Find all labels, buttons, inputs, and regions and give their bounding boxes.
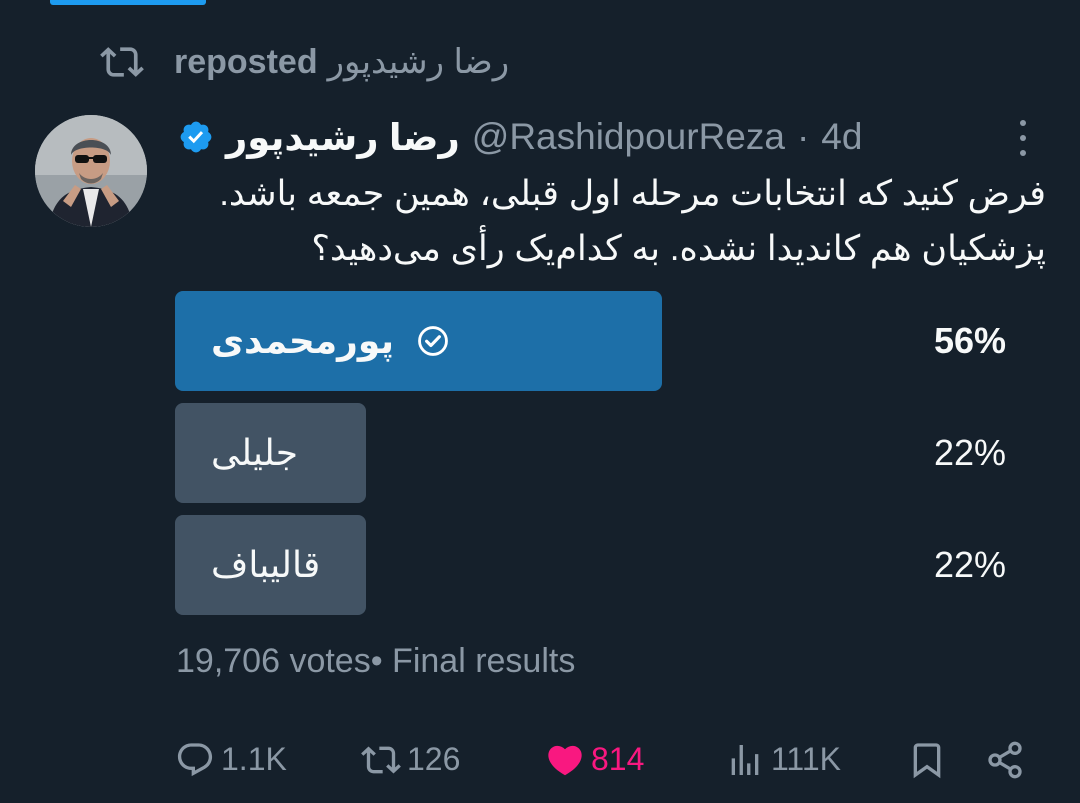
poll-percent: 22% <box>933 432 1006 473</box>
poll-percent: 56% <box>933 320 1006 361</box>
poll-option-1: پورمحمدی 56% <box>175 291 1010 391</box>
repost-button[interactable]: 126 <box>361 732 460 787</box>
poll-option-label: جلیلی <box>211 403 298 503</box>
reply-button[interactable]: 1.1K <box>175 732 287 787</box>
timestamp[interactable]: 4d <box>821 116 862 158</box>
separator-dot: · <box>796 116 810 157</box>
reply-count: 1.1K <box>221 741 287 777</box>
heart-icon <box>548 745 582 775</box>
active-tab-indicator <box>50 0 206 5</box>
user-handle[interactable]: @RashidpourReza <box>472 116 785 158</box>
like-count: 814 <box>591 741 645 777</box>
views-icon <box>731 744 759 775</box>
poll-option-text: پورمحمدی <box>211 320 394 361</box>
reposter-name[interactable]: رضا رشیدپور <box>328 42 510 82</box>
share-button[interactable] <box>985 732 1025 787</box>
poll-option-text: قالیباف <box>211 544 321 585</box>
repost-context[interactable]: reposted رضا رشیدپور <box>100 40 509 84</box>
bookmark-icon <box>913 742 941 778</box>
view-count: 111K <box>771 741 841 777</box>
repost-count: 126 <box>407 741 461 777</box>
poll-status: • Final results <box>370 642 576 680</box>
vote-count: 19,706 votes <box>176 642 371 680</box>
views-button[interactable]: 111K <box>725 732 841 787</box>
display-name[interactable]: رضا رشیدپور <box>226 116 460 159</box>
repost-icon <box>100 47 144 77</box>
like-button[interactable]: 814 <box>545 732 644 787</box>
more-icon[interactable] <box>1012 120 1034 156</box>
poll-summary: 19,706 votes• Final results <box>176 642 575 681</box>
tweet-header: رضا رشیدپور @RashidpourReza · 4d <box>178 112 990 162</box>
bookmark-button[interactable] <box>907 732 947 787</box>
poll-option-3: قالیباف 22% <box>175 515 1010 615</box>
poll-option-2: جلیلی 22% <box>175 403 1010 503</box>
tweet-card[interactable]: reposted رضا رشیدپور رضا رشیدپور @Rashid… <box>0 0 1080 803</box>
tweet-text: فرض کنید که انتخابات مرحله اول قبلی، همی… <box>219 174 1046 268</box>
share-icon <box>988 741 1022 778</box>
poll-option-label: پورمحمدی <box>211 291 450 391</box>
poll-percent: 22% <box>933 544 1006 585</box>
verified-badge-icon <box>180 121 212 153</box>
avatar[interactable] <box>35 115 147 227</box>
repost-label: reposted <box>174 43 318 81</box>
poll-option-label: قالیباف <box>211 515 320 615</box>
repost-icon <box>361 745 401 774</box>
poll-option-text: جلیلی <box>211 432 298 473</box>
check-circle-icon <box>418 326 448 356</box>
action-bar: 1.1K 126 814 111K <box>175 732 1035 787</box>
reply-icon <box>177 742 213 776</box>
